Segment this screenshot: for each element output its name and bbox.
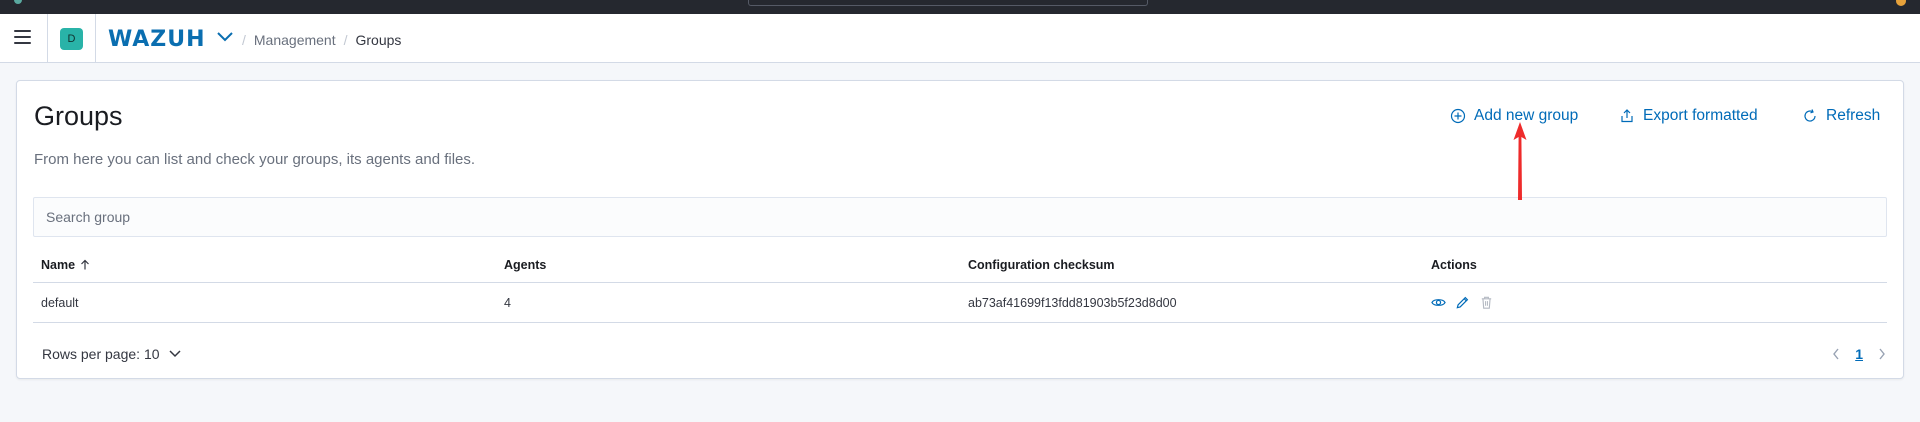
wazuh-logo[interactable]: WAZUH bbox=[108, 27, 206, 52]
groups-table: Name Agents Configuration checksum Actio… bbox=[33, 247, 1887, 323]
page-number-button[interactable]: 1 bbox=[1855, 346, 1863, 362]
refresh-button[interactable]: Refresh bbox=[1802, 107, 1880, 125]
column-header-name[interactable]: Name bbox=[33, 258, 496, 272]
group-agents-cell: 4 bbox=[504, 295, 511, 310]
breadcrumb-groups: Groups bbox=[355, 32, 402, 48]
breadcrumb: / Management / Groups bbox=[242, 32, 402, 48]
breadcrumb-management[interactable]: Management bbox=[254, 32, 336, 48]
pencil-icon[interactable] bbox=[1455, 295, 1470, 310]
table-header-row: Name Agents Configuration checksum Actio… bbox=[33, 247, 1887, 283]
table-footer: Rows per page: 10 1 bbox=[33, 339, 1887, 369]
export-formatted-label: Export formatted bbox=[1643, 107, 1758, 124]
trash-icon[interactable] bbox=[1479, 295, 1494, 310]
plus-circle-icon bbox=[1450, 108, 1466, 124]
chevron-down-icon bbox=[169, 350, 181, 358]
column-header-actions: Actions bbox=[1431, 257, 1477, 272]
column-header-checksum[interactable]: Configuration checksum bbox=[960, 258, 1423, 272]
page-title: Groups bbox=[34, 101, 123, 131]
chevron-down-icon[interactable] bbox=[216, 31, 234, 43]
column-header-agents[interactable]: Agents bbox=[496, 258, 960, 272]
refresh-icon bbox=[1804, 109, 1816, 122]
table-row[interactable]: default 4 ab73af41699f13fdd81903b5f23d8d… bbox=[33, 283, 1887, 323]
status-dot bbox=[14, 0, 22, 4]
pagination: 1 bbox=[1831, 346, 1887, 362]
app-header: D WAZUH / Management / Groups bbox=[0, 14, 1920, 63]
export-icon bbox=[1621, 109, 1633, 123]
rows-per-page-label: Rows per page: 10 bbox=[42, 346, 160, 362]
sort-ascending-icon bbox=[81, 259, 89, 269]
hamburger-icon[interactable] bbox=[14, 30, 31, 44]
header-divider bbox=[95, 14, 96, 63]
page-description: From here you can list and check your gr… bbox=[34, 151, 476, 168]
search-group-field[interactable] bbox=[33, 197, 1887, 237]
chevron-left-icon[interactable] bbox=[1831, 347, 1841, 361]
export-formatted-button[interactable]: Export formatted bbox=[1619, 107, 1758, 125]
eye-icon[interactable] bbox=[1431, 295, 1446, 310]
user-avatar[interactable] bbox=[1896, 0, 1906, 6]
group-actions-cell bbox=[1423, 295, 1887, 310]
annotation-arrow bbox=[1513, 122, 1527, 200]
group-name-cell: default bbox=[41, 295, 79, 310]
global-search-stub[interactable] bbox=[748, 0, 1148, 6]
header-divider bbox=[47, 14, 48, 63]
groups-panel: Groups From here you can list and check … bbox=[16, 80, 1904, 379]
space-avatar[interactable]: D bbox=[60, 28, 83, 50]
search-input[interactable] bbox=[34, 198, 1886, 236]
chevron-right-icon[interactable] bbox=[1877, 347, 1887, 361]
rows-per-page-button[interactable]: Rows per page: 10 bbox=[42, 346, 182, 362]
browser-top-bar bbox=[0, 0, 1920, 14]
refresh-label: Refresh bbox=[1826, 107, 1881, 124]
group-checksum-cell: ab73af41699f13fdd81903b5f23d8d00 bbox=[968, 295, 1177, 310]
